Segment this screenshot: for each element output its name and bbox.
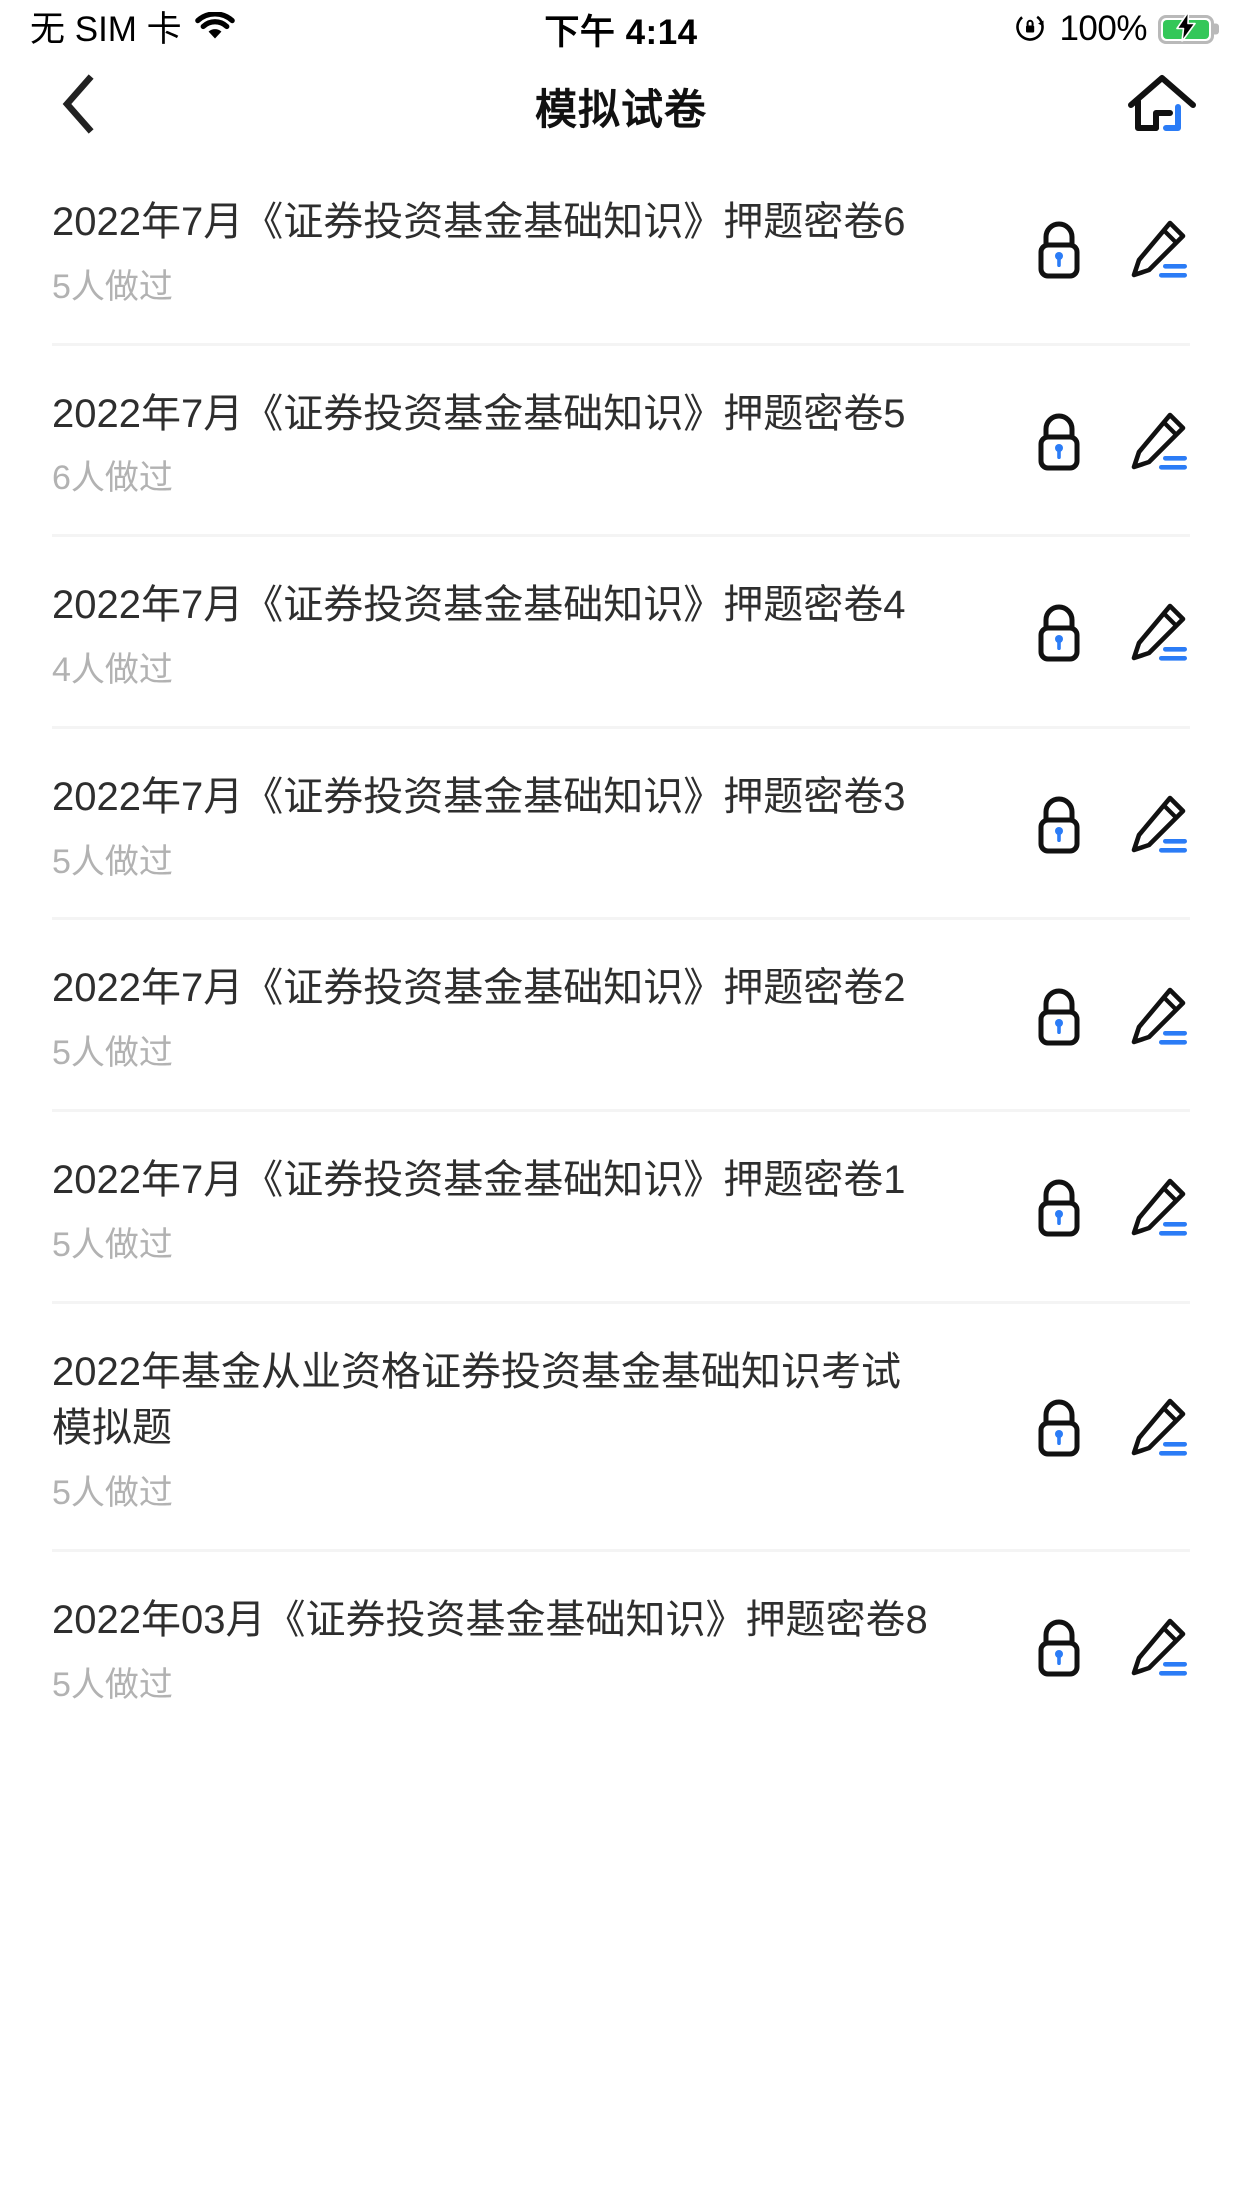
wifi-icon [194, 10, 235, 47]
lock-icon [1033, 987, 1085, 1052]
pencil-edit-icon [1130, 1178, 1188, 1243]
paper-title: 2022年7月《证券投资基金基础知识》押题密卷4 [52, 583, 906, 628]
edit-button[interactable] [1128, 412, 1190, 477]
pencil-edit-icon [1130, 412, 1188, 477]
paper-list-item[interactable]: 2022年7月《证券投资基金基础知识》押题密卷2 5人做过 [0, 920, 1242, 1112]
paper-list-item[interactable]: 2022年7月《证券投资基金基础知识》押题密卷5 6人做过 [0, 346, 1242, 538]
paper-actions [1028, 601, 1190, 667]
navigation-bar: 模拟试卷 [0, 58, 1242, 154]
mock-exam-paper-list: 2022年7月《证券投资基金基础知识》押题密卷6 5人做过 2022年7月《证券… [0, 154, 1242, 1744]
paper-text-block: 2022年7月《证券投资基金基础知识》押题密卷5 6人做过 [52, 386, 1028, 500]
chevron-left-icon [57, 73, 103, 140]
paper-title: 2022年7月《证券投资基金基础知识》押题密卷5 [52, 391, 906, 436]
edit-button[interactable] [1128, 795, 1190, 860]
paper-title: 2022年7月《证券投资基金基础知识》押题密卷6 [52, 200, 906, 244]
home-icon [1126, 72, 1198, 141]
edit-button[interactable] [1128, 1618, 1190, 1683]
paper-title: 2022年7月《证券投资基金基础知识》押题密卷3 [52, 774, 906, 819]
home-button[interactable] [1122, 66, 1202, 146]
lock-button[interactable] [1028, 988, 1090, 1050]
lock-icon [1033, 1178, 1085, 1243]
pencil-edit-icon [1130, 603, 1188, 668]
paper-actions [1028, 984, 1190, 1050]
lock-button[interactable] [1028, 795, 1090, 860]
paper-actions [1028, 793, 1190, 859]
page-title: 模拟试卷 [534, 85, 707, 133]
lock-button[interactable] [1028, 1618, 1090, 1683]
pencil-edit-icon [1130, 1618, 1188, 1683]
status-bar-right: 100% [1014, 9, 1214, 49]
paper-title: 2022年03月《证券投资基金基础知识》押题密卷8 [52, 1597, 928, 1642]
battery-percent-label: 100% [1059, 9, 1147, 48]
paper-title: 2022年基金从业资格证券投资基金基础知识考试模拟题 [52, 1349, 901, 1451]
back-button[interactable] [40, 66, 120, 146]
paper-actions [1028, 1616, 1190, 1682]
battery-charging-icon [1158, 10, 1214, 44]
lock-icon [1033, 603, 1085, 668]
edit-button[interactable] [1128, 603, 1190, 668]
paper-actions [1028, 1176, 1190, 1242]
pencil-edit-icon [1130, 1398, 1188, 1463]
paper-attempt-count: 5人做过 [52, 1225, 173, 1264]
carrier-label: 无 SIM 卡 [30, 9, 182, 49]
paper-attempt-count: 5人做过 [52, 1665, 173, 1704]
paper-text-block: 2022年7月《证券投资基金基础知识》押题密卷4 4人做过 [52, 577, 1028, 691]
paper-attempt-count: 5人做过 [52, 1474, 173, 1513]
paper-text-block: 2022年基金从业资格证券投资基金基础知识考试模拟题 5人做过 [52, 1344, 1028, 1514]
pencil-edit-icon [1130, 987, 1188, 1052]
rotation-lock-icon [1014, 10, 1048, 49]
lock-button[interactable] [1028, 220, 1090, 285]
status-bar-left: 无 SIM 卡 [30, 9, 235, 49]
paper-list-item[interactable]: 2022年7月《证券投资基金基础知识》押题密卷1 5人做过 [0, 1112, 1242, 1304]
paper-actions [1028, 409, 1190, 475]
clock-label: 下午 4:14 [544, 12, 698, 52]
lock-icon [1033, 1398, 1085, 1463]
paper-title: 2022年7月《证券投资基金基础知识》押题密卷1 [52, 1157, 906, 1202]
pencil-edit-icon [1130, 795, 1188, 860]
paper-list-item[interactable]: 2022年7月《证券投资基金基础知识》押题密卷3 5人做过 [0, 729, 1242, 921]
paper-actions [1028, 1396, 1190, 1462]
lock-button[interactable] [1028, 1178, 1090, 1243]
lock-icon [1033, 1618, 1085, 1683]
edit-button[interactable] [1128, 220, 1190, 285]
paper-attempt-count: 4人做过 [52, 650, 173, 689]
paper-list-item[interactable]: 2022年03月《证券投资基金基础知识》押题密卷8 5人做过 [0, 1552, 1242, 1744]
edit-button[interactable] [1128, 1398, 1190, 1463]
status-bar: 无 SIM 卡 下午 4:14 100% [0, 0, 1242, 58]
lock-icon [1033, 795, 1085, 860]
paper-text-block: 2022年7月《证券投资基金基础知识》押题密卷3 5人做过 [52, 769, 1028, 883]
lock-button[interactable] [1028, 413, 1090, 475]
paper-attempt-count: 5人做过 [52, 267, 173, 306]
paper-attempt-count: 5人做过 [52, 842, 173, 881]
paper-list-item[interactable]: 2022年7月《证券投资基金基础知识》押题密卷6 5人做过 [0, 154, 1242, 346]
lock-button[interactable] [1028, 605, 1090, 667]
lock-button[interactable] [1028, 1398, 1090, 1463]
paper-text-block: 2022年7月《证券投资基金基础知识》押题密卷6 5人做过 [52, 194, 1028, 308]
paper-text-block: 2022年7月《证券投资基金基础知识》押题密卷2 5人做过 [52, 960, 1028, 1074]
paper-list-item[interactable]: 2022年7月《证券投资基金基础知识》押题密卷4 4人做过 [0, 537, 1242, 729]
pencil-edit-icon [1130, 220, 1188, 285]
lock-icon [1033, 220, 1085, 285]
paper-title: 2022年7月《证券投资基金基础知识》押题密卷2 [52, 966, 906, 1011]
lock-icon [1033, 412, 1085, 477]
paper-text-block: 2022年03月《证券投资基金基础知识》押题密卷8 5人做过 [52, 1592, 1028, 1706]
paper-attempt-count: 5人做过 [52, 1034, 173, 1073]
paper-actions [1028, 218, 1190, 284]
paper-attempt-count: 6人做过 [52, 459, 173, 498]
paper-text-block: 2022年7月《证券投资基金基础知识》押题密卷1 5人做过 [52, 1152, 1028, 1266]
edit-button[interactable] [1128, 1178, 1190, 1243]
edit-button[interactable] [1128, 987, 1190, 1052]
paper-list-item[interactable]: 2022年基金从业资格证券投资基金基础知识考试模拟题 5人做过 [0, 1304, 1242, 1553]
